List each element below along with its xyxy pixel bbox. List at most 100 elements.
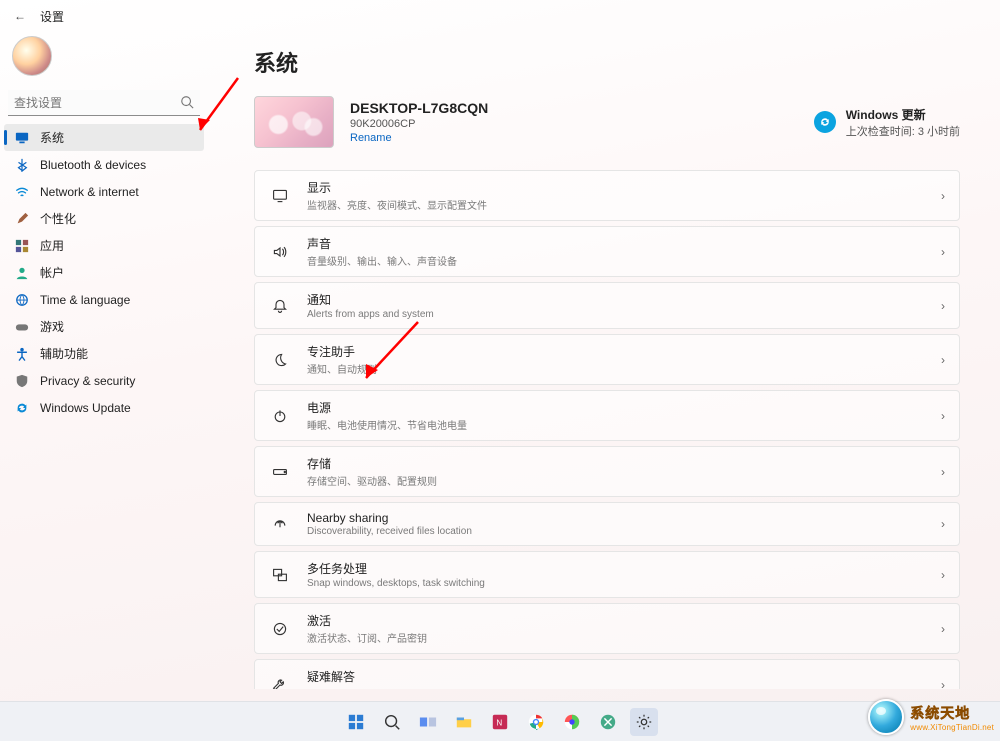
chevron-right-icon: › xyxy=(941,465,945,479)
sound-icon xyxy=(269,244,291,260)
settings-list: 显示监视器、亮度、夜间模式、显示配置文件 › 声音音量级别、输出、输入、声音设备… xyxy=(254,170,960,689)
search-input[interactable] xyxy=(8,90,200,116)
chevron-right-icon: › xyxy=(941,189,945,203)
chevron-right-icon: › xyxy=(941,299,945,313)
refresh-icon xyxy=(14,400,30,416)
title-bar: ← 设置 xyxy=(0,0,1000,32)
monitor-icon xyxy=(14,130,30,146)
sidebar-item-gaming[interactable]: 游戏 xyxy=(4,313,204,340)
card-storage[interactable]: 存储存储空间、驱动器、配置规则 › xyxy=(254,446,960,497)
card-notifications[interactable]: 通知Alerts from apps and system › xyxy=(254,282,960,329)
sidebar: 系统 Bluetooth & devices Network & interne… xyxy=(0,32,208,421)
share-icon xyxy=(269,516,291,532)
card-activation[interactable]: 激活激活状态、订阅、产品密钥 › xyxy=(254,603,960,654)
check-icon xyxy=(269,621,291,637)
window-title: 设置 xyxy=(40,8,64,25)
sidebar-item-apps[interactable]: 应用 xyxy=(4,232,204,259)
card-troubleshoot[interactable]: 疑难解答建议的疑难解答、首选项和历史记录 › xyxy=(254,659,960,689)
user-avatar-zone[interactable] xyxy=(4,32,204,90)
card-title: 电源 xyxy=(307,399,941,416)
taskbar-explorer-button[interactable] xyxy=(450,708,478,736)
chevron-right-icon: › xyxy=(941,622,945,636)
taskbar-start-button[interactable] xyxy=(342,708,370,736)
bluetooth-icon xyxy=(14,157,30,173)
sidebar-item-label: Windows Update xyxy=(40,401,131,415)
card-sub: 监视器、亮度、夜间模式、显示配置文件 xyxy=(307,197,941,212)
watermark: 系统天地 www.XiTongTianDi.net xyxy=(868,699,994,735)
card-sub: Snap windows, desktops, task switching xyxy=(307,578,941,589)
card-title: 专注助手 xyxy=(307,343,941,360)
brush-icon xyxy=(14,211,30,227)
card-title: 疑难解答 xyxy=(307,668,941,685)
card-focus-assist[interactable]: 专注助手通知、自动规则 › xyxy=(254,334,960,385)
sidebar-item-system[interactable]: 系统 xyxy=(4,124,204,151)
sidebar-item-personalization[interactable]: 个性化 xyxy=(4,205,204,232)
chevron-right-icon: › xyxy=(941,568,945,582)
card-multitasking[interactable]: 多任务处理Snap windows, desktops, task switch… xyxy=(254,551,960,598)
card-display[interactable]: 显示监视器、亮度、夜间模式、显示配置文件 › xyxy=(254,170,960,221)
person-icon xyxy=(14,265,30,281)
sidebar-item-label: 应用 xyxy=(40,237,64,254)
power-icon xyxy=(269,408,291,424)
sidebar-item-label: Network & internet xyxy=(40,185,139,199)
windows-update-card[interactable]: Windows 更新 上次检查时间: 3 小时前 xyxy=(814,106,960,139)
taskbar-search-button[interactable] xyxy=(378,708,406,736)
globe-icon xyxy=(14,292,30,308)
taskbar-app3-button[interactable] xyxy=(594,708,622,736)
accessibility-icon xyxy=(14,346,30,362)
sidebar-item-time-language[interactable]: Time & language xyxy=(4,286,204,313)
sidebar-item-label: Privacy & security xyxy=(40,374,135,388)
drive-icon xyxy=(269,464,291,480)
chevron-right-icon: › xyxy=(941,678,945,690)
update-title: Windows 更新 xyxy=(846,106,960,123)
sidebar-item-privacy[interactable]: Privacy & security xyxy=(4,367,204,394)
gamepad-icon xyxy=(14,319,30,335)
rename-link[interactable]: Rename xyxy=(350,132,488,144)
taskbar-chrome-button[interactable] xyxy=(522,708,550,736)
search-icon xyxy=(180,95,194,109)
wifi-icon xyxy=(14,184,30,200)
apps-icon xyxy=(14,238,30,254)
taskbar-settings-button[interactable] xyxy=(630,708,658,736)
chevron-right-icon: › xyxy=(941,245,945,259)
search-field[interactable] xyxy=(8,90,200,116)
card-sound[interactable]: 声音音量级别、输出、输入、声音设备 › xyxy=(254,226,960,277)
sidebar-item-label: 个性化 xyxy=(40,210,76,227)
display-icon xyxy=(269,188,291,204)
chevron-right-icon: › xyxy=(941,517,945,531)
watermark-globe-icon xyxy=(868,699,904,735)
sidebar-item-accounts[interactable]: 帐户 xyxy=(4,259,204,286)
update-sub: 上次检查时间: 3 小时前 xyxy=(846,123,960,139)
sidebar-item-network[interactable]: Network & internet xyxy=(4,178,204,205)
device-row: DESKTOP-L7G8CQN 90K20006CP Rename Window… xyxy=(254,96,960,148)
update-icon xyxy=(814,111,836,133)
card-power[interactable]: 电源睡眠、电池使用情况、节省电池电量 › xyxy=(254,390,960,441)
watermark-line1: 系统天地 xyxy=(910,703,994,723)
card-title: 存储 xyxy=(307,455,941,472)
card-sub: Alerts from apps and system xyxy=(307,309,941,320)
avatar-icon xyxy=(12,36,52,76)
taskbar-app2-button[interactable] xyxy=(558,708,586,736)
taskbar: N xyxy=(0,701,1000,741)
taskbar-taskview-button[interactable] xyxy=(414,708,442,736)
card-title: 显示 xyxy=(307,179,941,196)
sidebar-item-label: 帐户 xyxy=(40,264,64,281)
sidebar-item-bluetooth[interactable]: Bluetooth & devices xyxy=(4,151,204,178)
sidebar-item-windows-update[interactable]: Windows Update xyxy=(4,394,204,421)
sidebar-item-accessibility[interactable]: 辅助功能 xyxy=(4,340,204,367)
card-sub: 建议的疑难解答、首选项和历史记录 xyxy=(307,686,941,689)
taskbar-app1-button[interactable]: N xyxy=(486,708,514,736)
wrench-icon xyxy=(269,677,291,690)
svg-text:N: N xyxy=(496,718,502,727)
back-button[interactable]: ← xyxy=(10,9,30,23)
card-sub: 存储空间、驱动器、配置规则 xyxy=(307,473,941,488)
card-nearby-sharing[interactable]: Nearby sharingDiscoverability, received … xyxy=(254,502,960,546)
watermark-line2: www.XiTongTianDi.net xyxy=(910,723,994,732)
sidebar-item-label: 辅助功能 xyxy=(40,345,88,362)
card-sub: 音量级别、输出、输入、声音设备 xyxy=(307,253,941,268)
card-sub: Discoverability, received files location xyxy=(307,526,941,537)
device-model: 90K20006CP xyxy=(350,118,488,130)
sidebar-item-label: Time & language xyxy=(40,293,130,307)
card-sub: 激活状态、订阅、产品密钥 xyxy=(307,630,941,645)
card-title: 多任务处理 xyxy=(307,560,941,577)
